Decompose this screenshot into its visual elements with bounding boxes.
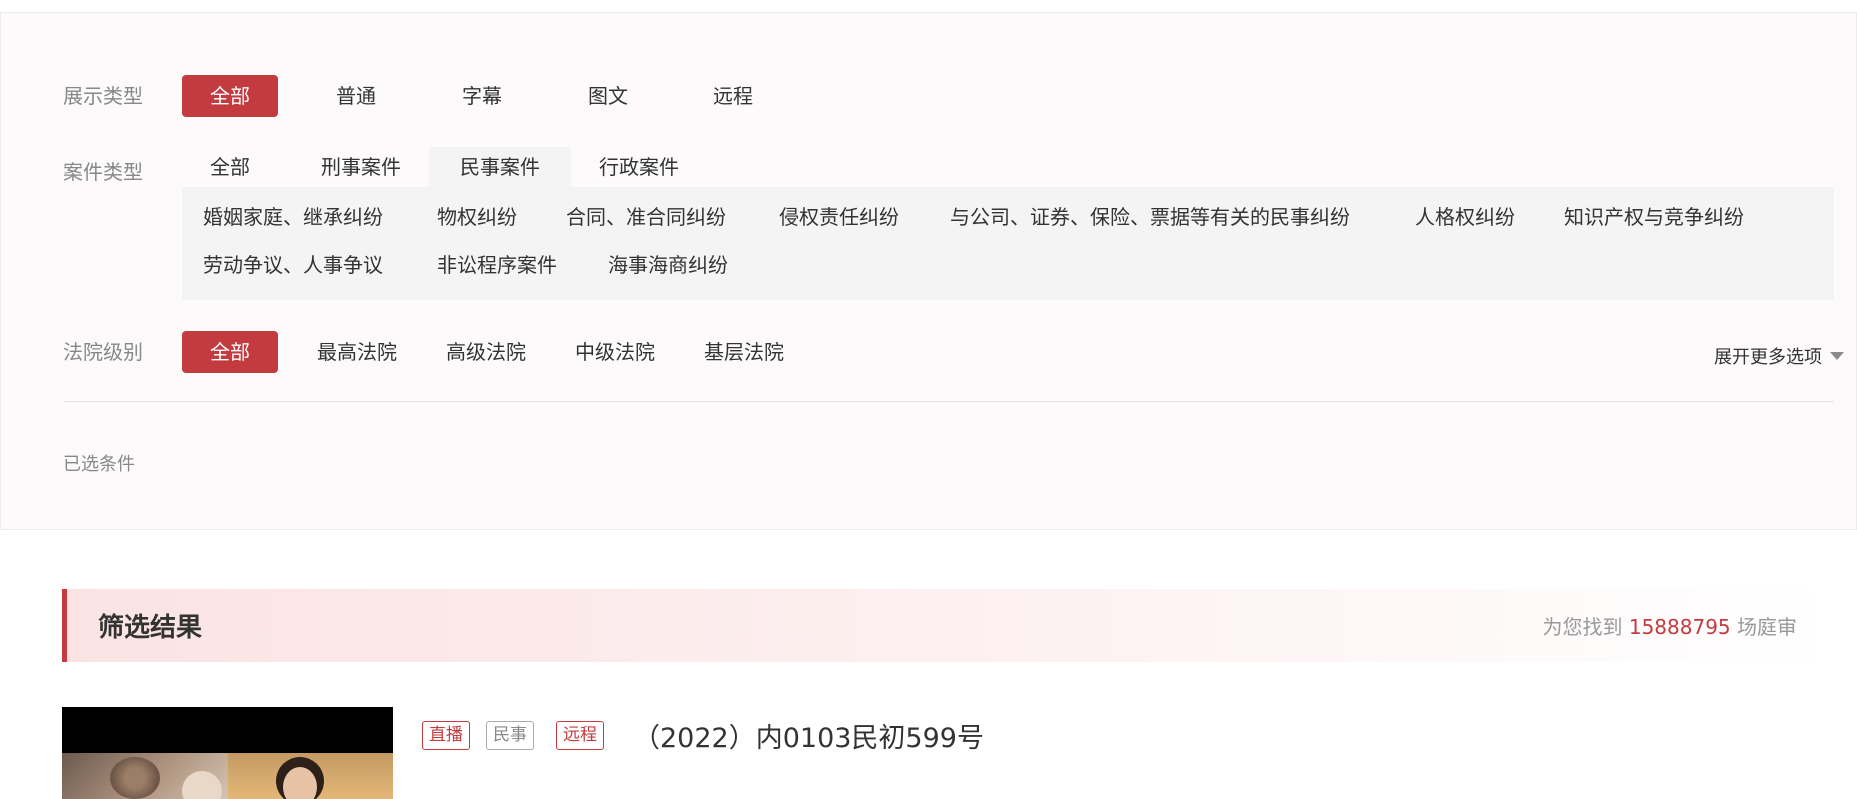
tag-civil: 民事: [486, 721, 534, 750]
subcategory-tort[interactable]: 侵权责任纠纷: [779, 202, 899, 232]
results-count-prefix: 为您找到: [1542, 615, 1623, 639]
case-type-tab-administrative[interactable]: 行政案件: [584, 147, 694, 189]
display-type-option-subtitle[interactable]: 字幕: [442, 75, 522, 117]
results-header: 筛选结果 为您找到 15888795 场庭审: [62, 589, 1833, 662]
subcategory-personality-rights[interactable]: 人格权纠纷: [1415, 202, 1515, 232]
court-level-option-high[interactable]: 高级法院: [440, 331, 532, 373]
court-level-option-basic[interactable]: 基层法院: [698, 331, 790, 373]
divider: [63, 401, 1834, 402]
results-count: 为您找到 15888795 场庭审: [1542, 611, 1797, 640]
participant-right: [283, 767, 317, 799]
display-type-option-all[interactable]: 全部: [182, 75, 278, 117]
case-type-tab-all[interactable]: 全部: [193, 147, 267, 189]
triangle-down-icon: [1830, 352, 1844, 360]
display-type-option-normal[interactable]: 普通: [316, 75, 396, 117]
court-level-option-intermediate[interactable]: 中级法院: [569, 331, 661, 373]
case-type-label: 案件类型: [63, 160, 143, 184]
subcategory-company-securities[interactable]: 与公司、证券、保险、票据等有关的民事纠纷: [950, 202, 1350, 232]
court-level-label: 法院级别: [63, 340, 143, 364]
display-type-option-remote[interactable]: 远程: [693, 75, 773, 117]
results-title: 筛选结果: [98, 612, 203, 642]
civil-subcategory-box: 婚姻家庭、继承纠纷 物权纠纷 合同、准合同纠纷 侵权责任纠纷 与公司、证券、保险…: [182, 187, 1834, 300]
filter-panel: 展示类型 全部 普通 字幕 图文 远程 案件类型 全部 刑事案件 民事案件 行政…: [0, 12, 1857, 530]
subcategory-non-litigation[interactable]: 非讼程序案件: [437, 250, 557, 280]
subcategory-marriage-inheritance[interactable]: 婚姻家庭、继承纠纷: [203, 202, 383, 232]
subcategory-property-rights[interactable]: 物权纠纷: [437, 202, 517, 232]
subcategory-maritime[interactable]: 海事海商纠纷: [608, 250, 728, 280]
case-title[interactable]: （2022）内0103民初599号: [633, 716, 984, 755]
expand-more-options[interactable]: 展开更多选项: [1714, 343, 1844, 369]
expand-more-label: 展开更多选项: [1714, 347, 1822, 368]
subcategory-intellectual-property[interactable]: 知识产权与竞争纠纷: [1564, 202, 1744, 232]
tag-remote: 远程: [556, 721, 604, 750]
court-level-option-all[interactable]: 全部: [182, 331, 278, 373]
court-level-option-supreme[interactable]: 最高法院: [311, 331, 403, 373]
display-type-label: 展示类型: [63, 84, 143, 108]
display-type-option-graphic[interactable]: 图文: [568, 75, 648, 117]
participant-left: [182, 771, 222, 799]
subcategory-contract[interactable]: 合同、准合同纠纷: [566, 202, 726, 232]
video-feed-left: [62, 753, 228, 799]
subcategory-labor-disputes[interactable]: 劳动争议、人事争议: [203, 250, 383, 280]
result-thumbnail[interactable]: [62, 707, 393, 799]
tag-live: 直播: [422, 721, 470, 750]
selected-conditions-label: 已选条件: [63, 454, 135, 475]
results-count-number: 15888795: [1628, 615, 1731, 639]
case-type-tab-civil[interactable]: 民事案件: [429, 147, 571, 188]
video-feed-right: [228, 753, 393, 799]
results-count-suffix: 场庭审: [1737, 615, 1797, 639]
court-emblem-icon: [110, 757, 160, 799]
video-top-bar: [62, 707, 393, 753]
case-type-tab-criminal[interactable]: 刑事案件: [306, 147, 416, 189]
